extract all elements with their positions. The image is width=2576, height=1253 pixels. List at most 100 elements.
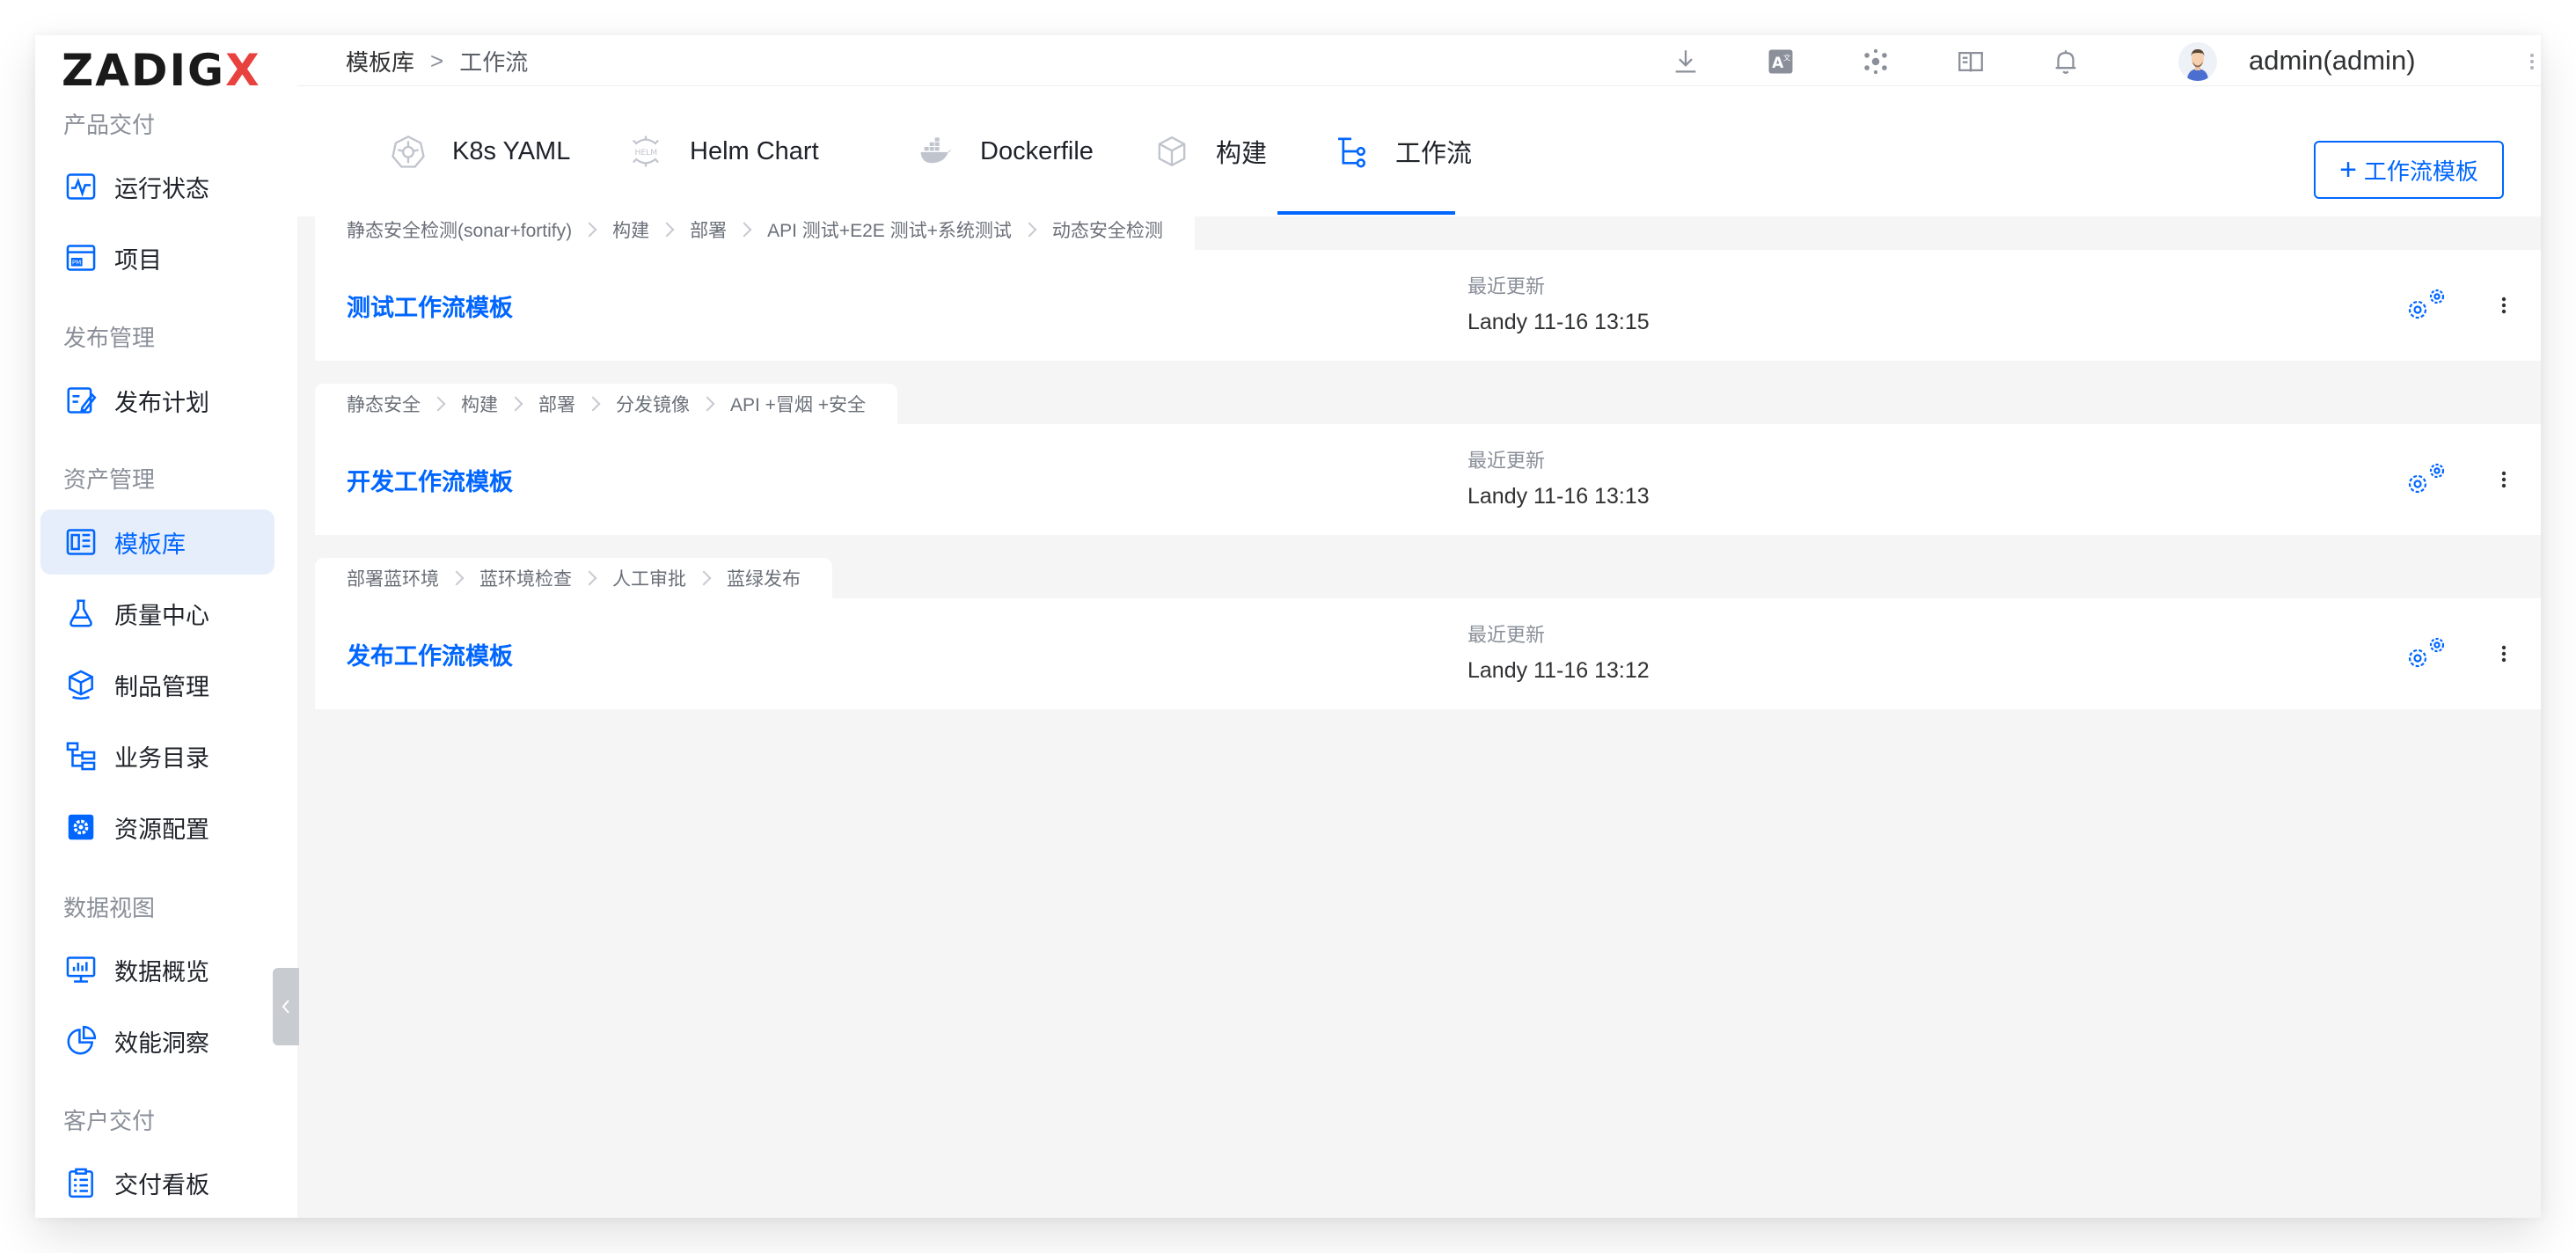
user-name[interactable]: admin(admin) [2249, 35, 2416, 86]
workflow-stage: 静态安全检测(sonar+fortify) [347, 221, 573, 241]
chevron-right-icon [430, 396, 446, 412]
sidebar-item-label: 制品管理 [114, 673, 209, 700]
tab-workflow[interactable]: 工作流 [1332, 86, 1472, 216]
settings-gears-icon[interactable] [2400, 632, 2453, 676]
settings-gears-icon[interactable] [2400, 458, 2453, 502]
sidebar-item-business-catalog[interactable]: 业务目录 [40, 723, 274, 788]
sidebar-item-run-status[interactable]: 运行状态 [40, 154, 274, 219]
svg-text:PM: PM [72, 259, 81, 267]
chevron-right-icon [699, 396, 715, 412]
breadcrumb-root[interactable]: 模板库 [346, 45, 414, 77]
workflow-stage: 部署蓝环境 [347, 569, 439, 590]
add-workflow-template-button[interactable]: + 工作流模板 [2314, 141, 2504, 199]
chevron-right-icon [585, 396, 601, 412]
download-icon[interactable] [1670, 46, 1701, 77]
workflow-name-link[interactable]: 测试工作流模板 [347, 250, 513, 361]
sidebar-group-title: 产品交付 [63, 112, 156, 138]
last-updated-value: Landy 11-16 13:15 [1467, 310, 1650, 334]
gear-box-icon [63, 810, 99, 845]
workflow-icon [1332, 132, 1371, 171]
tab-label: 构建 [1216, 140, 1268, 168]
workflow-card: 测试工作流模板 最近更新 Landy 11-16 13:15 [315, 250, 2541, 361]
workflow-stage: 构建 [612, 221, 650, 241]
workflow-stage-strip: 静态安全 构建 部署 分发镜像 API +冒烟 +安全 [315, 384, 898, 424]
svg-text:文: 文 [1783, 54, 1791, 63]
bell-icon[interactable] [2050, 46, 2082, 77]
sidebar-item-projects[interactable]: PM 项目 [40, 225, 274, 290]
book-icon[interactable] [1955, 46, 1987, 77]
sidebar-group-title: 发布管理 [63, 325, 156, 351]
workflow-stage: 分发镜像 [616, 395, 690, 415]
tab-k8s-yaml[interactable]: K8s YAML [389, 86, 570, 216]
app-window: ZADIG X 产品交付 运行状态 PM 项目 发布管理 发布计划 资产管理 模… [35, 35, 2541, 1218]
last-updated-label: 最近更新 [1467, 624, 1546, 646]
sidebar: ZADIG X 产品交付 运行状态 PM 项目 发布管理 发布计划 资产管理 模… [35, 35, 299, 1218]
workflow-stage: API 测试+E2E 测试+系统测试 [767, 221, 1012, 241]
workflow-stage: 静态安全 [347, 395, 421, 415]
tab-build[interactable]: 构建 [1153, 86, 1267, 216]
project-icon: PM [63, 240, 99, 275]
workflow-stage: 蓝环境检查 [479, 569, 572, 590]
tab-label: 工作流 [1395, 140, 1473, 168]
zadigx-logo[interactable]: ZADIG X [62, 44, 261, 97]
breadcrumb-current: 工作流 [459, 48, 529, 76]
sidebar-item-release-plan[interactable]: 发布计划 [40, 368, 274, 433]
sidebar-group-title: 资产管理 [63, 466, 156, 493]
translate-icon[interactable]: A文 [1765, 46, 1797, 77]
add-button-label: 工作流模板 [2363, 158, 2478, 185]
last-updated-label: 最近更新 [1467, 275, 1546, 297]
last-updated-label: 最近更新 [1467, 450, 1546, 472]
sidebar-item-label: 数据概览 [114, 958, 209, 986]
workflow-stage: 蓝绿发布 [727, 569, 801, 590]
sidebar-item-quality-center[interactable]: 质量中心 [40, 581, 274, 646]
workflow-stage: 部署 [538, 395, 575, 415]
chevron-right-icon [659, 222, 675, 238]
tree-icon [63, 738, 99, 773]
clipboard-icon [63, 1165, 99, 1200]
more-vertical-icon[interactable] [2523, 46, 2541, 77]
workflow-stage: 人工审批 [612, 569, 686, 590]
sidebar-item-resource-config[interactable]: 资源配置 [40, 795, 274, 860]
more-vertical-icon[interactable] [2493, 463, 2514, 496]
chevron-right-icon [449, 570, 465, 586]
flask-icon [63, 596, 99, 631]
tab-helm-chart[interactable]: HELM Helm Chart [626, 86, 819, 216]
avatar[interactable] [2178, 42, 2217, 81]
chevron-right-icon [582, 222, 597, 238]
tab-dockerfile[interactable]: Dockerfile [917, 86, 1094, 216]
settings-gears-icon[interactable] [2400, 283, 2453, 327]
sidebar-item-label: 效能洞察 [114, 1030, 209, 1057]
tab-label: Dockerfile [980, 136, 1094, 165]
cube-icon [1153, 132, 1191, 171]
workflow-stage-strip: 静态安全检测(sonar+fortify) 构建 部署 API 测试+E2E 测… [315, 209, 1195, 250]
sidebar-item-delivery-board[interactable]: 交付看板 [40, 1150, 274, 1215]
breadcrumb-separator: > [430, 47, 444, 74]
monitor-chart-icon [63, 952, 99, 987]
sidebar-collapse-handle[interactable] [273, 968, 299, 1045]
tab-label: Helm Chart [690, 136, 819, 165]
sidebar-item-template-library[interactable]: 模板库 [40, 509, 274, 575]
chevron-right-icon [696, 570, 712, 586]
plugin-icon[interactable] [1860, 46, 1892, 77]
chevron-right-icon [582, 570, 597, 586]
pie-icon [63, 1023, 99, 1059]
logo-accent: X [225, 45, 261, 96]
sidebar-group-title: 客户交付 [63, 1108, 156, 1134]
sidebar-item-efficiency-insight[interactable]: 效能洞察 [40, 1008, 274, 1073]
workflow-name-link[interactable]: 开发工作流模板 [347, 424, 513, 535]
sidebar-item-data-overview[interactable]: 数据概览 [40, 937, 274, 1002]
more-vertical-icon[interactable] [2493, 289, 2514, 322]
last-updated-value: Landy 11-16 13:13 [1467, 484, 1650, 509]
active-tab-indicator [1277, 211, 1455, 215]
template-icon [63, 524, 99, 560]
more-vertical-icon[interactable] [2493, 637, 2514, 670]
workflow-name-link[interactable]: 发布工作流模板 [347, 598, 513, 709]
sidebar-item-label: 质量中心 [114, 602, 209, 629]
plus-icon: + [2339, 153, 2357, 187]
workflow-stage-strip: 部署蓝环境 蓝环境检查 人工审批 蓝绿发布 [315, 558, 832, 598]
sidebar-item-artifact-management[interactable]: 制品管理 [40, 652, 274, 717]
sidebar-item-label: 业务目录 [114, 744, 209, 772]
sidebar-item-label: 资源配置 [114, 816, 209, 843]
helm-icon: HELM [626, 132, 665, 171]
template-type-tabs: K8s YAML HELM Helm Chart Dockerfile 构建 工… [297, 86, 2541, 216]
